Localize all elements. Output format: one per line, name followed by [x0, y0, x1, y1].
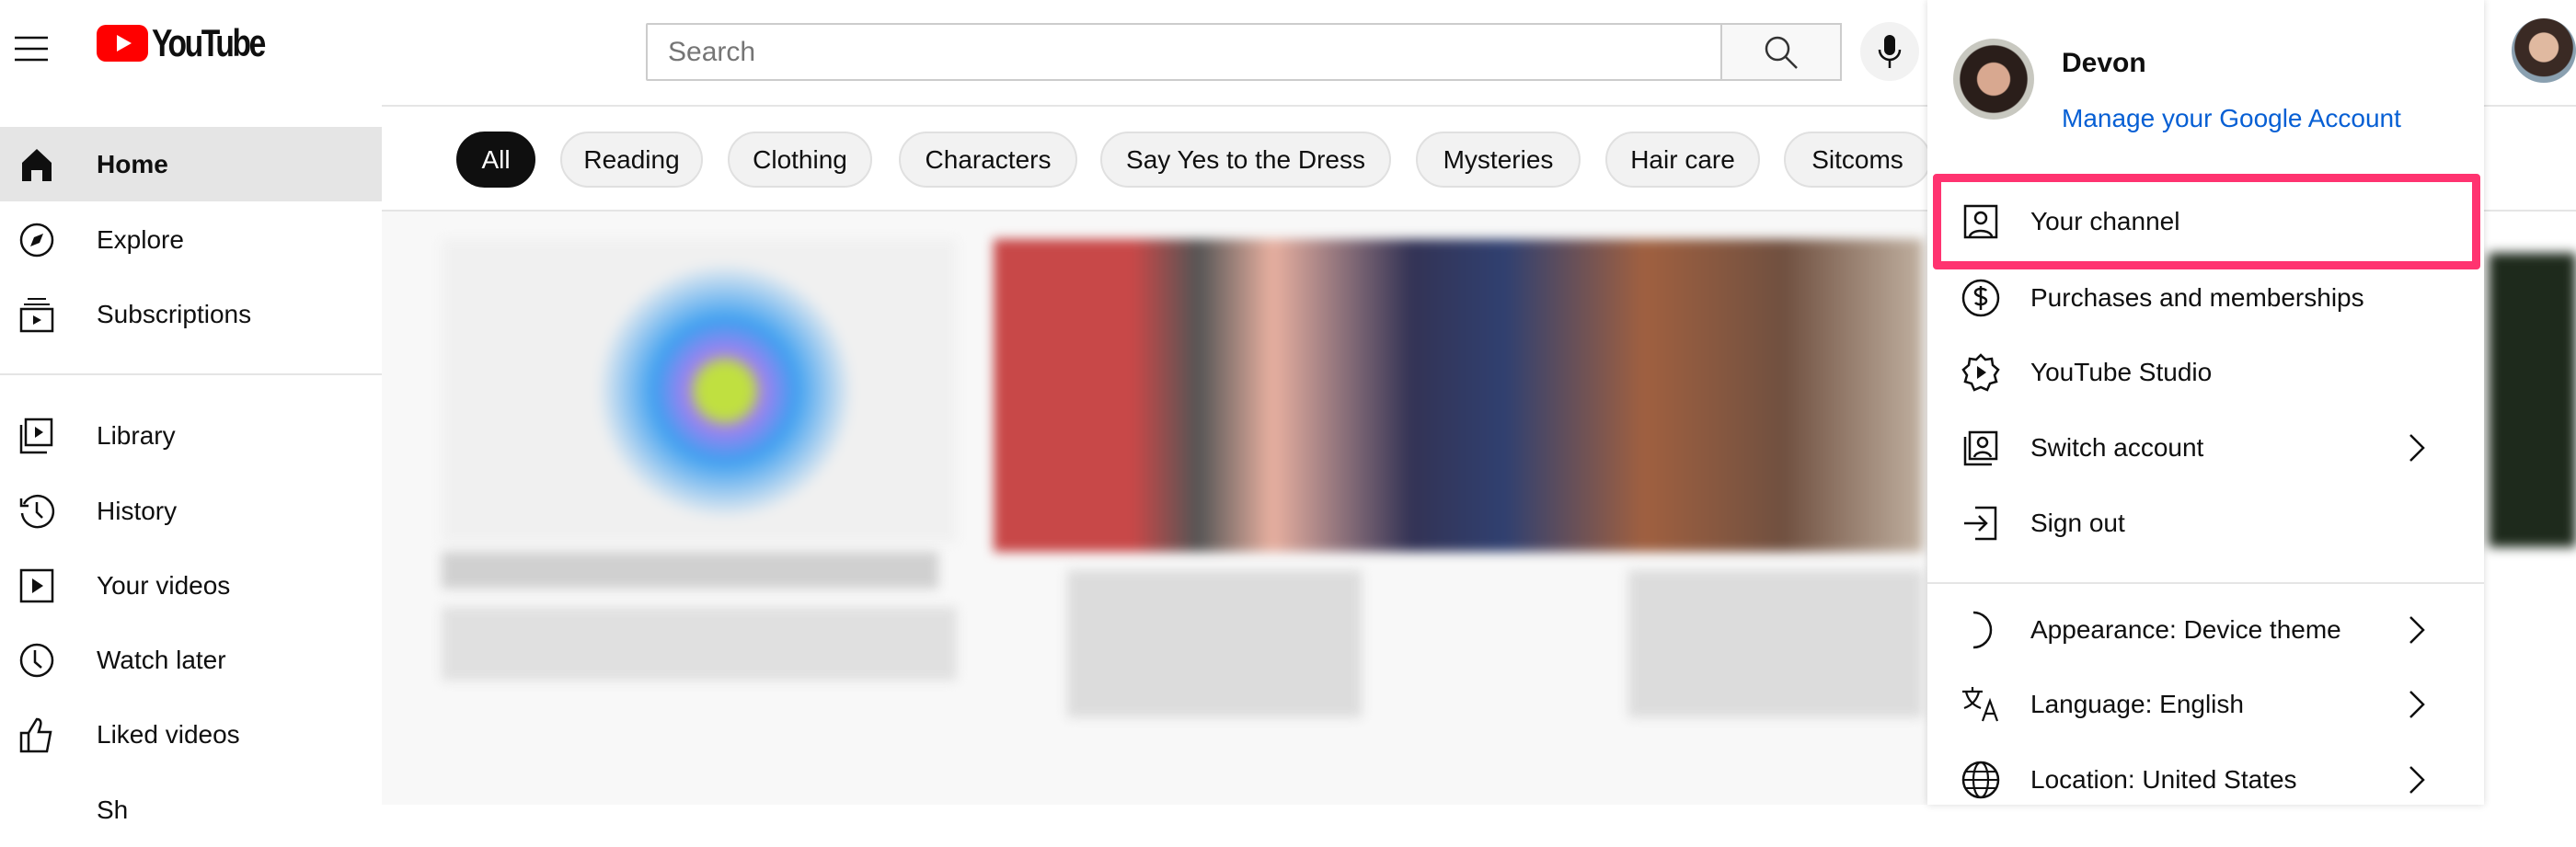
sidebar-item-label: Library	[97, 420, 176, 450]
video-thumbnail[interactable]	[2489, 253, 2576, 547]
search-box[interactable]	[646, 23, 1722, 81]
thumbs-up-icon	[11, 709, 63, 761]
menu-item-purchases[interactable]: Purchases and memberships	[1927, 260, 2484, 335]
sidebar-item-watch-later[interactable]: Watch later	[0, 623, 382, 697]
sidebar-item-explore[interactable]: Explore	[0, 202, 382, 277]
studio-icon	[1953, 345, 2008, 400]
microphone-icon	[1878, 35, 1902, 68]
moon-icon	[1953, 602, 2008, 658]
sidebar-item-label: History	[97, 496, 178, 525]
clock-icon	[11, 635, 63, 686]
sidebar-item-label: Your videos	[97, 570, 231, 600]
menu-item-location[interactable]: Location: United States	[1927, 742, 2484, 817]
search-input[interactable]	[668, 36, 1720, 68]
sidebar-item-label: Watch later	[97, 645, 226, 674]
menu-avatar	[1953, 39, 2034, 120]
sidebar-item-home[interactable]: Home	[0, 127, 382, 201]
hamburger-icon	[15, 36, 48, 62]
compass-icon	[11, 214, 63, 266]
video-meta	[442, 607, 957, 681]
chip-clothing[interactable]: Clothing	[728, 132, 872, 188]
menu-item-label: Location: United States	[2030, 764, 2297, 794]
video-title	[1628, 570, 1923, 717]
chevron-down-icon	[11, 784, 63, 836]
history-icon	[11, 486, 63, 537]
chip-sitcoms[interactable]: Sitcoms	[1784, 132, 1931, 188]
menu-button[interactable]	[13, 35, 50, 63]
sidebar-item-liked-videos[interactable]: Liked videos	[0, 697, 382, 772]
sidebar-item-label: Sh	[97, 795, 129, 824]
video-title	[442, 552, 938, 589]
chevron-right-icon	[2409, 433, 2425, 462]
menu-item-label: YouTube Studio	[2030, 357, 2213, 386]
menu-item-appearance[interactable]: Appearance: Device theme	[1927, 592, 2484, 667]
dollar-icon	[1953, 270, 2008, 326]
menu-item-youtube-studio[interactable]: YouTube Studio	[1927, 335, 2484, 409]
chevron-right-icon	[2409, 690, 2425, 718]
menu-divider	[1927, 582, 2484, 584]
sidebar-item-subscriptions[interactable]: Subscriptions	[0, 277, 382, 351]
switch-account-icon	[1953, 420, 2008, 475]
sidebar-item-label: Home	[97, 149, 168, 178]
sign-out-icon	[1953, 496, 2008, 551]
sidebar-item-label: Liked videos	[97, 719, 240, 749]
sidebar-item-show-more[interactable]: Sh	[0, 773, 382, 847]
sidebar-divider	[0, 373, 382, 375]
subscriptions-icon	[11, 289, 63, 340]
menu-item-label: Appearance: Device theme	[2030, 614, 2341, 644]
globe-icon	[1953, 752, 2008, 807]
translate-icon	[1953, 677, 2008, 732]
chip-say-yes-to-the-dress[interactable]: Say Yes to the Dress	[1100, 132, 1391, 188]
home-icon	[11, 139, 63, 190]
youtube-play-logo-icon	[97, 25, 148, 62]
chip-hair-care[interactable]: Hair care	[1605, 132, 1760, 188]
account-menu: Devon Manage your Google Account Your ch…	[1927, 0, 2484, 805]
video-thumbnail[interactable]	[994, 239, 1923, 552]
your-videos-icon	[11, 560, 63, 612]
chip-reading[interactable]: Reading	[560, 132, 703, 188]
library-icon	[11, 410, 63, 462]
chevron-right-icon	[2409, 765, 2425, 794]
menu-item-switch-account[interactable]: Switch account	[1927, 410, 2484, 485]
menu-item-label: Switch account	[2030, 432, 2204, 462]
menu-item-language[interactable]: Language: English	[1927, 667, 2484, 741]
sidebar-item-your-videos[interactable]: Your videos	[0, 548, 382, 623]
account-name: Devon	[2062, 48, 2146, 78]
chip-mysteries[interactable]: Mysteries	[1416, 132, 1581, 188]
youtube-logo[interactable]: YouTube	[97, 20, 292, 66]
search-icon	[1765, 36, 1798, 69]
video-title	[1067, 570, 1362, 717]
sidebar-item-label: Subscriptions	[97, 299, 252, 328]
sidebar-item-label: Explore	[97, 224, 184, 254]
avatar-button[interactable]	[2512, 18, 2576, 83]
chip-characters[interactable]: Characters	[899, 132, 1077, 188]
chevron-right-icon	[2409, 615, 2425, 644]
voice-search-button[interactable]	[1860, 22, 1919, 81]
sidebar-item-library[interactable]: Library	[0, 398, 382, 473]
manage-account-link[interactable]: Manage your Google Account	[2062, 104, 2401, 133]
search-button[interactable]	[1720, 23, 1842, 81]
menu-item-label: Sign out	[2030, 508, 2125, 537]
logo-text: YouTube	[152, 21, 266, 64]
chip-all[interactable]: All	[456, 132, 535, 188]
highlight-box	[1933, 174, 2480, 269]
menu-item-sign-out[interactable]: Sign out	[1927, 486, 2484, 560]
menu-item-label: Language: English	[2030, 689, 2244, 718]
sidebar-item-history[interactable]: History	[0, 474, 382, 548]
video-thumbnail[interactable]	[442, 239, 957, 543]
menu-item-label: Purchases and memberships	[2030, 282, 2364, 312]
